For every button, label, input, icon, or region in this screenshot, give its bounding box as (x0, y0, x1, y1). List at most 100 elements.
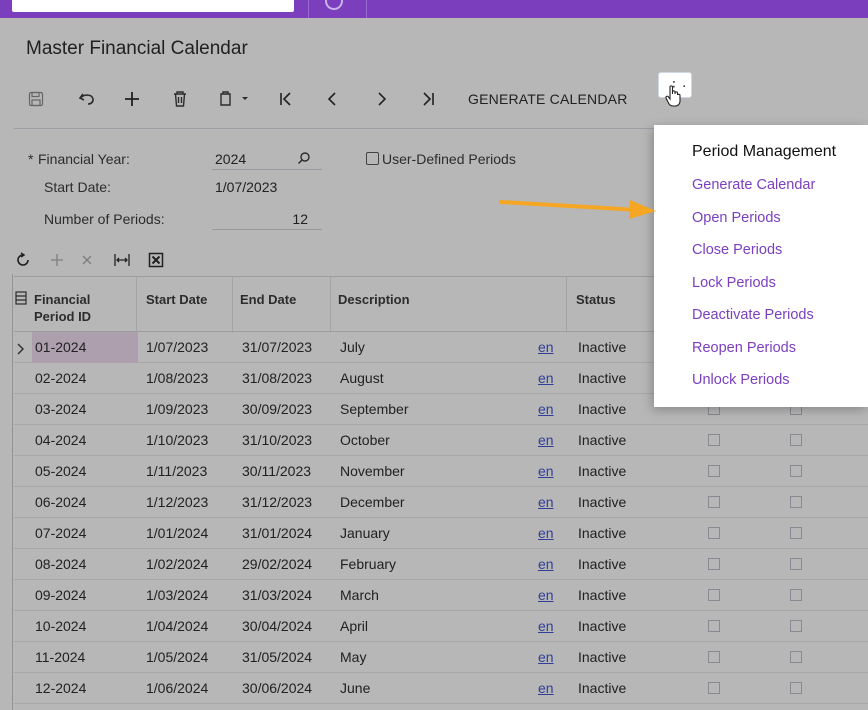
end-date-cell[interactable]: 31/01/2024 (242, 518, 312, 549)
description-cell[interactable]: January (340, 518, 390, 549)
col-header-start-date[interactable]: Start Date (146, 277, 226, 333)
end-date-cell[interactable]: 31/12/2023 (242, 487, 312, 518)
table-row[interactable]: 06-2024 1/12/2023 31/12/2023 December en… (14, 487, 868, 518)
row-checkbox[interactable] (790, 465, 802, 477)
status-cell[interactable]: Inactive (578, 363, 626, 394)
column-settings-icon[interactable] (15, 291, 27, 310)
start-date-cell[interactable]: 1/12/2023 (146, 487, 208, 518)
description-cell[interactable]: November (340, 456, 405, 487)
delete-row-icon[interactable] (78, 246, 96, 274)
row-checkbox[interactable] (790, 496, 802, 508)
status-cell[interactable]: Inactive (578, 549, 626, 580)
menu-item-deactivate-periods[interactable]: Deactivate Periods (692, 307, 814, 323)
search-icon[interactable] (297, 151, 311, 170)
table-row[interactable]: 09-2024 1/03/2024 31/03/2024 March en In… (14, 580, 868, 611)
status-cell[interactable]: Inactive (578, 580, 626, 611)
row-checkbox[interactable] (790, 651, 802, 663)
start-date-cell[interactable]: 1/09/2023 (146, 394, 208, 425)
language-link[interactable]: en (538, 611, 554, 642)
start-date-cell[interactable]: 1/07/2023 (146, 332, 208, 363)
status-cell[interactable]: Inactive (578, 673, 626, 704)
generate-calendar-button[interactable]: GENERATE CALENDAR (468, 84, 628, 114)
period-id-cell[interactable]: 12-2024 (32, 673, 138, 704)
status-cell[interactable]: Inactive (578, 611, 626, 642)
menu-item-reopen-periods[interactable]: Reopen Periods (692, 340, 796, 356)
start-date-cell[interactable]: 1/04/2024 (146, 611, 208, 642)
end-date-cell[interactable]: 30/09/2023 (242, 394, 312, 425)
description-cell[interactable]: December (340, 487, 405, 518)
description-cell[interactable]: June (340, 673, 370, 704)
menu-item-generate-calendar[interactable]: Generate Calendar (692, 177, 815, 193)
row-checkbox[interactable] (708, 465, 720, 477)
language-link[interactable]: en (538, 332, 554, 363)
description-cell[interactable]: August (340, 363, 384, 394)
description-cell[interactable]: May (340, 642, 366, 673)
previous-record-icon[interactable] (322, 84, 342, 114)
start-date-cell[interactable]: 1/03/2024 (146, 580, 208, 611)
language-link[interactable]: en (538, 642, 554, 673)
description-cell[interactable]: March (340, 580, 379, 611)
row-checkbox[interactable] (708, 589, 720, 601)
table-row[interactable]: 11-2024 1/05/2024 31/05/2024 May en Inac… (14, 642, 868, 673)
row-checkbox[interactable] (790, 434, 802, 446)
end-date-cell[interactable]: 30/04/2024 (242, 611, 312, 642)
period-id-cell[interactable]: 03-2024 (32, 394, 138, 425)
language-link[interactable]: en (538, 580, 554, 611)
delete-icon[interactable] (170, 84, 190, 114)
language-link[interactable]: en (538, 425, 554, 456)
end-date-cell[interactable]: 29/02/2024 (242, 549, 312, 580)
description-cell[interactable]: September (340, 394, 408, 425)
row-checkbox[interactable] (790, 589, 802, 601)
row-checkbox[interactable] (708, 558, 720, 570)
table-row[interactable]: 07-2024 1/01/2024 31/01/2024 January en … (14, 518, 868, 549)
col-header-end-date[interactable]: End Date (240, 277, 320, 333)
period-id-cell[interactable]: 08-2024 (32, 549, 138, 580)
table-row[interactable]: 08-2024 1/02/2024 29/02/2024 February en… (14, 549, 868, 580)
end-date-cell[interactable]: 31/05/2024 (242, 642, 312, 673)
status-cell[interactable]: Inactive (578, 425, 626, 456)
end-date-cell[interactable]: 31/10/2023 (242, 425, 312, 456)
period-id-cell[interactable]: 09-2024 (32, 580, 138, 611)
status-cell[interactable]: Inactive (578, 456, 626, 487)
row-checkbox[interactable] (708, 620, 720, 632)
language-link[interactable]: en (538, 518, 554, 549)
row-checkbox[interactable] (708, 434, 720, 446)
start-date-cell[interactable]: 1/05/2024 (146, 642, 208, 673)
add-icon[interactable] (122, 84, 142, 114)
row-checkbox[interactable] (708, 682, 720, 694)
description-cell[interactable]: April (340, 611, 368, 642)
end-date-cell[interactable]: 31/03/2024 (242, 580, 312, 611)
financial-year-input[interactable]: 2024 (215, 151, 246, 167)
end-date-cell[interactable]: 30/11/2023 (242, 456, 311, 487)
export-excel-icon[interactable] (146, 246, 166, 274)
language-link[interactable]: en (538, 487, 554, 518)
start-date-cell[interactable]: 1/06/2024 (146, 673, 208, 704)
help-icon[interactable] (325, 0, 343, 10)
clipboard-dropdown-icon[interactable] (216, 84, 256, 114)
language-link[interactable]: en (538, 363, 554, 394)
end-date-cell[interactable]: 30/06/2024 (242, 673, 312, 704)
status-cell[interactable]: Inactive (578, 487, 626, 518)
menu-item-open-periods[interactable]: Open Periods (692, 210, 781, 226)
description-cell[interactable]: October (340, 425, 390, 456)
language-link[interactable]: en (538, 456, 554, 487)
col-header-period-id[interactable]: Financial Period ID (34, 277, 134, 333)
global-search-input[interactable] (12, 0, 294, 12)
row-checkbox[interactable] (790, 527, 802, 539)
first-record-icon[interactable] (276, 84, 296, 114)
row-checkbox[interactable] (790, 558, 802, 570)
language-link[interactable]: en (538, 394, 554, 425)
last-record-icon[interactable] (418, 84, 438, 114)
row-checkbox[interactable] (708, 651, 720, 663)
table-row[interactable]: 05-2024 1/11/2023 30/11/2023 November en… (14, 456, 868, 487)
table-row[interactable]: 10-2024 1/04/2024 30/04/2024 April en In… (14, 611, 868, 642)
menu-item-unlock-periods[interactable]: Unlock Periods (692, 372, 790, 388)
period-id-cell[interactable]: 10-2024 (32, 611, 138, 642)
row-checkbox[interactable] (790, 682, 802, 694)
fit-columns-icon[interactable] (112, 246, 132, 274)
menu-item-lock-periods[interactable]: Lock Periods (692, 275, 776, 291)
period-id-cell[interactable]: 02-2024 (32, 363, 138, 394)
start-date-cell[interactable]: 1/08/2023 (146, 363, 208, 394)
description-cell[interactable]: February (340, 549, 396, 580)
period-id-cell[interactable]: 05-2024 (32, 456, 138, 487)
